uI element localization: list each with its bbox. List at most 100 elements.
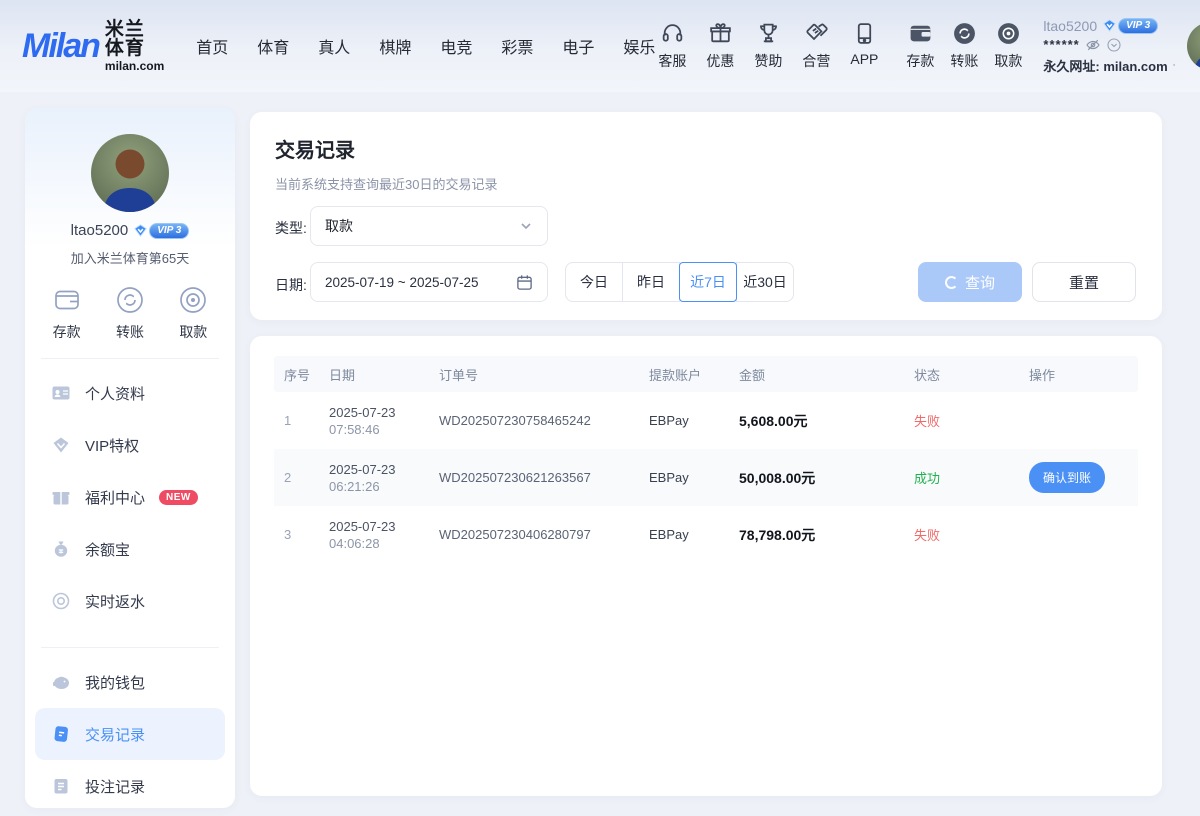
money-bag-icon	[51, 539, 71, 559]
nav-esports[interactable]: 电竞	[440, 34, 472, 58]
row-amount: 50,008.00元	[729, 468, 904, 488]
header-user-block: ltao5200 VIP 3 ****** 永久网址: milan.com	[1043, 18, 1175, 75]
logo-script-text: Milan	[22, 27, 99, 66]
sidebar-vip-level: VIP 3	[149, 223, 189, 239]
quick-deposit-label: 存款	[53, 322, 81, 342]
sidebar-item-rebate[interactable]: 实时返水	[25, 575, 235, 627]
logo-domain-text: milan.com	[105, 60, 164, 72]
nav-lottery[interactable]: 彩票	[501, 34, 533, 58]
sidebar-item-label: 个人资料	[85, 383, 145, 404]
customer-service-button[interactable]: 客服	[655, 21, 689, 71]
sidebar-item-vip[interactable]: VIP特权	[25, 419, 235, 471]
withdraw-outline-icon	[178, 285, 208, 315]
table-row: 1 2025-07-23 07:58:46 WD2025072307584652…	[274, 392, 1138, 449]
date-range-value: 2025-07-19 ~ 2025-07-25	[325, 275, 479, 290]
vip-badge: VIP 3	[1102, 18, 1158, 34]
header-action-icons: 客服 优惠 赞助 合营 APP	[655, 21, 881, 71]
reset-button[interactable]: 重置	[1032, 262, 1136, 302]
query-button[interactable]: 查询	[918, 262, 1022, 302]
quick-deposit-button[interactable]: 存款	[52, 285, 82, 342]
permanent-url-label: 永久网址: milan.com	[1043, 56, 1167, 75]
bet-record-icon	[51, 776, 71, 796]
nav-slots[interactable]: 电子	[562, 34, 594, 58]
table-row: 3 2025-07-23 04:06:28 WD2025072304062807…	[274, 506, 1138, 563]
promotions-button[interactable]: 优惠	[703, 21, 737, 71]
header-wallet-icons: 存款 转账 取款	[903, 21, 1025, 71]
app-download-button[interactable]: APP	[847, 21, 881, 71]
nav-home[interactable]: 首页	[196, 34, 228, 58]
chevron-down-circle-icon[interactable]	[1106, 37, 1122, 53]
preset-30days-button[interactable]: 近30日	[736, 262, 794, 302]
transfer-outline-icon	[115, 285, 145, 315]
avatar[interactable]	[1187, 22, 1200, 70]
sponsor-label: 赞助	[754, 51, 782, 71]
row-order-number: WD202507230406280797	[429, 527, 639, 542]
type-label: 类型:	[275, 218, 307, 238]
new-badge: NEW	[159, 490, 198, 505]
confirm-received-button[interactable]: 确认到账	[1029, 462, 1105, 493]
preset-7days-button[interactable]: 近7日	[679, 262, 737, 302]
sidebar-item-wallet[interactable]: 我的钱包	[25, 656, 235, 708]
withdraw-button[interactable]: 取款	[991, 21, 1025, 71]
filter-card: 交易记录 当前系统支持查询最近30日的交易记录 类型: 取款 日期: 2025-…	[250, 112, 1162, 320]
brand-logo[interactable]: Milan 米兰体育 milan.com	[22, 20, 164, 72]
sidebar-item-label: 余额宝	[85, 539, 130, 560]
page-subtitle: 当前系统支持查询最近30日的交易记录	[275, 174, 497, 193]
gift-icon	[51, 487, 71, 507]
row-account: EBPay	[639, 470, 729, 485]
date-range-input[interactable]: 2025-07-19 ~ 2025-07-25	[310, 262, 548, 302]
piggy-bank-icon	[51, 672, 71, 692]
quick-transfer-label: 转账	[116, 322, 144, 342]
status-badge: 失败	[914, 414, 940, 429]
sponsor-button[interactable]: 赞助	[751, 21, 785, 71]
row-index: 1	[274, 413, 319, 428]
sidebar-item-transactions[interactable]: 交易记录	[35, 708, 225, 760]
preset-today-button[interactable]: 今日	[565, 262, 623, 302]
joined-days-label: 加入米兰体育第65天	[25, 248, 235, 267]
deposit-button[interactable]: 存款	[903, 21, 937, 71]
date-range-presets: 今日 昨日 近7日 近30日	[565, 262, 794, 302]
transfer-button[interactable]: 转账	[947, 21, 981, 71]
sidebar-item-yuebao[interactable]: 余额宝	[25, 523, 235, 575]
nav-entertainment[interactable]: 娱乐	[623, 34, 655, 58]
trophy-icon	[756, 21, 781, 46]
sidebar-vip-badge: VIP 3	[133, 223, 189, 239]
quick-withdraw-label: 取款	[179, 322, 207, 342]
search-icon[interactable]	[1173, 57, 1176, 73]
type-select[interactable]: 取款	[310, 206, 548, 246]
sidebar-menu-account: 个人资料 VIP特权 福利中心 NEW 余额宝 实时返水	[25, 363, 235, 631]
nav-sports[interactable]: 体育	[257, 34, 289, 58]
affiliate-button[interactable]: 合营	[799, 21, 833, 71]
transfer-label: 转账	[950, 51, 978, 71]
masked-balance: ******	[1043, 37, 1079, 52]
promotions-label: 优惠	[706, 51, 734, 71]
sidebar-menu-records: 我的钱包 交易记录 投注记录	[25, 652, 235, 816]
eye-off-icon[interactable]	[1085, 37, 1101, 53]
row-status: 失败	[904, 525, 1019, 544]
sidebar-item-label: 交易记录	[85, 724, 145, 745]
quick-withdraw-button[interactable]: 取款	[178, 285, 208, 342]
sidebar-item-bets[interactable]: 投注记录	[25, 760, 235, 812]
divider	[41, 358, 219, 359]
col-status: 状态	[904, 365, 1019, 384]
preset-yesterday-button[interactable]: 昨日	[622, 262, 680, 302]
sidebar-item-benefits[interactable]: 福利中心 NEW	[25, 471, 235, 523]
row-order-number: WD202507230758465242	[429, 413, 639, 428]
sidebar-item-label: 投注记录	[85, 776, 145, 797]
quick-transfer-button[interactable]: 转账	[115, 285, 145, 342]
row-date: 2025-07-23 04:06:28	[319, 519, 429, 551]
status-badge: 失败	[914, 528, 940, 543]
sidebar-item-label: 我的钱包	[85, 672, 145, 693]
row-date: 2025-07-23 06:21:26	[319, 462, 429, 494]
customer-service-label: 客服	[658, 51, 686, 71]
status-badge: 成功	[914, 471, 940, 486]
sidebar-item-profile[interactable]: 个人资料	[25, 367, 235, 419]
type-select-value: 取款	[325, 216, 353, 236]
col-amount: 金额	[729, 365, 904, 384]
sidebar-item-label: 实时返水	[85, 591, 145, 612]
wallet-outline-icon	[52, 285, 82, 315]
sidebar-avatar[interactable]	[91, 134, 169, 212]
nav-live[interactable]: 真人	[318, 34, 350, 58]
diamond-icon	[51, 435, 71, 455]
nav-cards[interactable]: 棋牌	[379, 34, 411, 58]
